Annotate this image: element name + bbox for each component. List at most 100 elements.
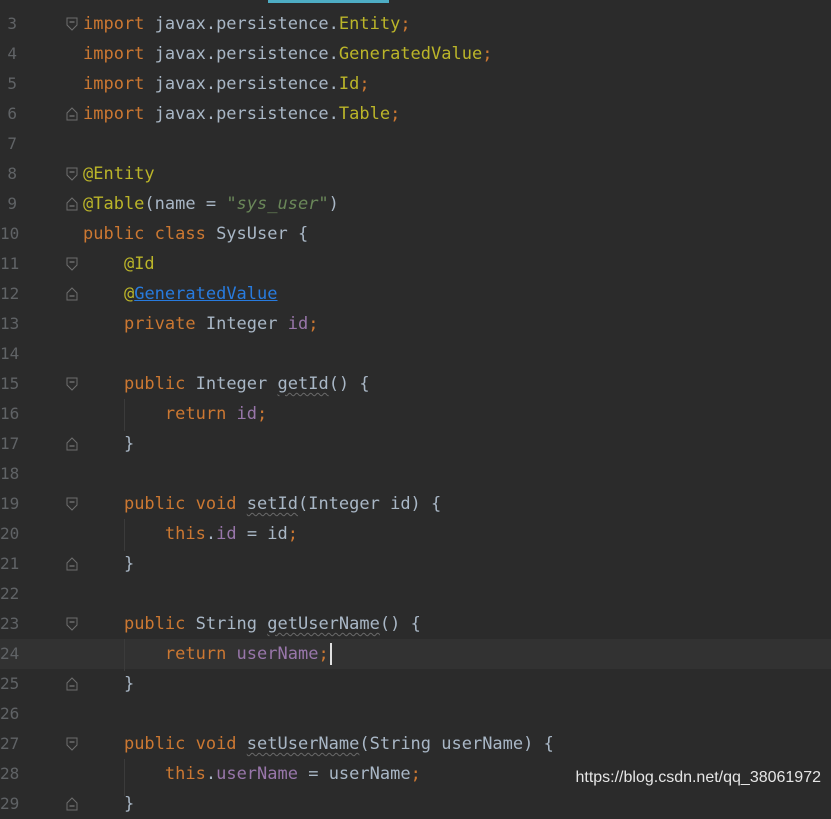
code-token: getId <box>277 374 329 394</box>
code-text: import javax.persistence.Entity; <box>83 9 411 39</box>
fold-open-icon[interactable] <box>66 167 78 181</box>
code-token: id <box>236 404 258 424</box>
code-text: private Integer id; <box>83 309 319 339</box>
fold-close-icon[interactable] <box>66 107 78 121</box>
code-text: this.userName = userName; <box>83 759 421 789</box>
watermark-text: https://blog.csdn.net/qq_38061972 <box>575 769 821 786</box>
line-number: 20 <box>0 524 20 543</box>
code-token: () { <box>328 374 370 394</box>
fold-open-icon[interactable] <box>66 617 78 631</box>
line-number: 4 <box>7 44 17 63</box>
code-token: import <box>83 14 145 34</box>
line-number: 11 <box>0 254 20 273</box>
code-token: this <box>164 764 206 784</box>
code-token: () { <box>379 614 421 634</box>
code-token: . <box>205 764 217 784</box>
code-token: ; <box>359 74 370 94</box>
code-line[interactable]: 14 <box>0 339 831 369</box>
text-caret <box>329 643 332 665</box>
code-line[interactable]: 9 @Table(name = "sys_user") <box>0 189 831 219</box>
indent-guide <box>124 519 125 551</box>
line-number: 6 <box>7 104 17 123</box>
code-line[interactable]: 10 public class SysUser { <box>0 219 831 249</box>
code-token: @Id <box>123 254 155 274</box>
code-token: @ <box>123 284 135 304</box>
code-token: this <box>164 524 206 544</box>
line-number: 21 <box>0 554 20 573</box>
code-line[interactable]: 4 import javax.persistence.GeneratedValue… <box>0 39 831 69</box>
fold-close-icon[interactable] <box>66 557 78 571</box>
code-text: import javax.persistence.GeneratedValue; <box>83 39 492 69</box>
code-token: ; <box>390 104 401 124</box>
code-line[interactable]: 19 public void setId(Integer id) { <box>0 489 831 519</box>
code-text: @GeneratedValue <box>83 279 278 309</box>
fold-close-icon[interactable] <box>66 197 78 211</box>
code-line[interactable]: 18 <box>0 459 831 489</box>
code-editor[interactable]: 3 import javax.persistence.Entity; 4 import… <box>0 0 831 814</box>
code-text: import javax.persistence.Table; <box>83 99 400 129</box>
code-text: } <box>83 669 134 699</box>
fold-close-icon[interactable] <box>66 797 78 811</box>
code-text: return id; <box>83 399 267 429</box>
code-token: import <box>83 44 145 64</box>
line-number: 17 <box>0 434 20 453</box>
code-token: Integer <box>205 314 288 334</box>
line-number: 29 <box>0 794 20 813</box>
code-token: Table <box>338 104 391 124</box>
code-line[interactable]: 26 <box>0 699 831 729</box>
code-line[interactable]: 15 public Integer getId() { <box>0 369 831 399</box>
code-text: @Entity <box>83 159 155 189</box>
code-token: GeneratedValue <box>134 284 278 304</box>
line-number: 14 <box>0 344 20 363</box>
line-number: 9 <box>7 194 17 213</box>
code-token: } <box>83 554 135 574</box>
code-text: import javax.persistence.Id; <box>83 69 370 99</box>
fold-open-icon[interactable] <box>66 257 78 271</box>
line-number: 16 <box>0 404 20 423</box>
code-line[interactable]: 21 } <box>0 549 831 579</box>
fold-close-icon[interactable] <box>66 677 78 691</box>
code-token: ; <box>308 314 319 334</box>
code-line[interactable]: 22 <box>0 579 831 609</box>
code-token: "sys_user" <box>226 194 329 214</box>
code-line[interactable]: 7 <box>0 129 831 159</box>
code-text: return userName; <box>83 639 332 669</box>
code-line[interactable]: 11 @Id <box>0 249 831 279</box>
line-number: 28 <box>0 764 20 783</box>
code-token: } <box>83 434 135 454</box>
code-line[interactable]: 17 } <box>0 429 831 459</box>
code-token: ; <box>400 14 411 34</box>
code-text: } <box>83 789 134 819</box>
code-token: setUserName <box>246 734 360 754</box>
code-line[interactable]: 23 public String getUserName() { <box>0 609 831 639</box>
code-line[interactable]: 6 import javax.persistence.Table; <box>0 99 831 129</box>
code-line[interactable]: 5 import javax.persistence.Id; <box>0 69 831 99</box>
code-line[interactable]: 27 public void setUserName(String userNa… <box>0 729 831 759</box>
code-line[interactable]: 8 @Entity <box>0 159 831 189</box>
line-number: 25 <box>0 674 20 693</box>
fold-close-icon[interactable] <box>66 287 78 301</box>
code-line[interactable]: 25 } <box>0 669 831 699</box>
code-token: ; <box>410 764 421 784</box>
code-token: javax.persistence. <box>144 104 339 124</box>
fold-close-icon[interactable] <box>66 437 78 451</box>
code-line[interactable]: 12 @GeneratedValue <box>0 279 831 309</box>
fold-open-icon[interactable] <box>66 737 78 751</box>
code-token: GeneratedValue <box>338 44 483 64</box>
indent-guide <box>124 759 125 796</box>
line-number: 27 <box>0 734 20 753</box>
line-number: 10 <box>0 224 20 243</box>
code-token: userName <box>236 644 319 664</box>
code-token: ; <box>482 44 493 64</box>
code-token: return <box>164 404 237 424</box>
code-line[interactable]: 3 import javax.persistence.Entity; <box>0 9 831 39</box>
code-line[interactable]: 13 private Integer id; <box>0 309 831 339</box>
fold-open-icon[interactable] <box>66 17 78 31</box>
fold-open-icon[interactable] <box>66 377 78 391</box>
code-token: (Integer id) { <box>297 494 442 514</box>
fold-open-icon[interactable] <box>66 497 78 511</box>
